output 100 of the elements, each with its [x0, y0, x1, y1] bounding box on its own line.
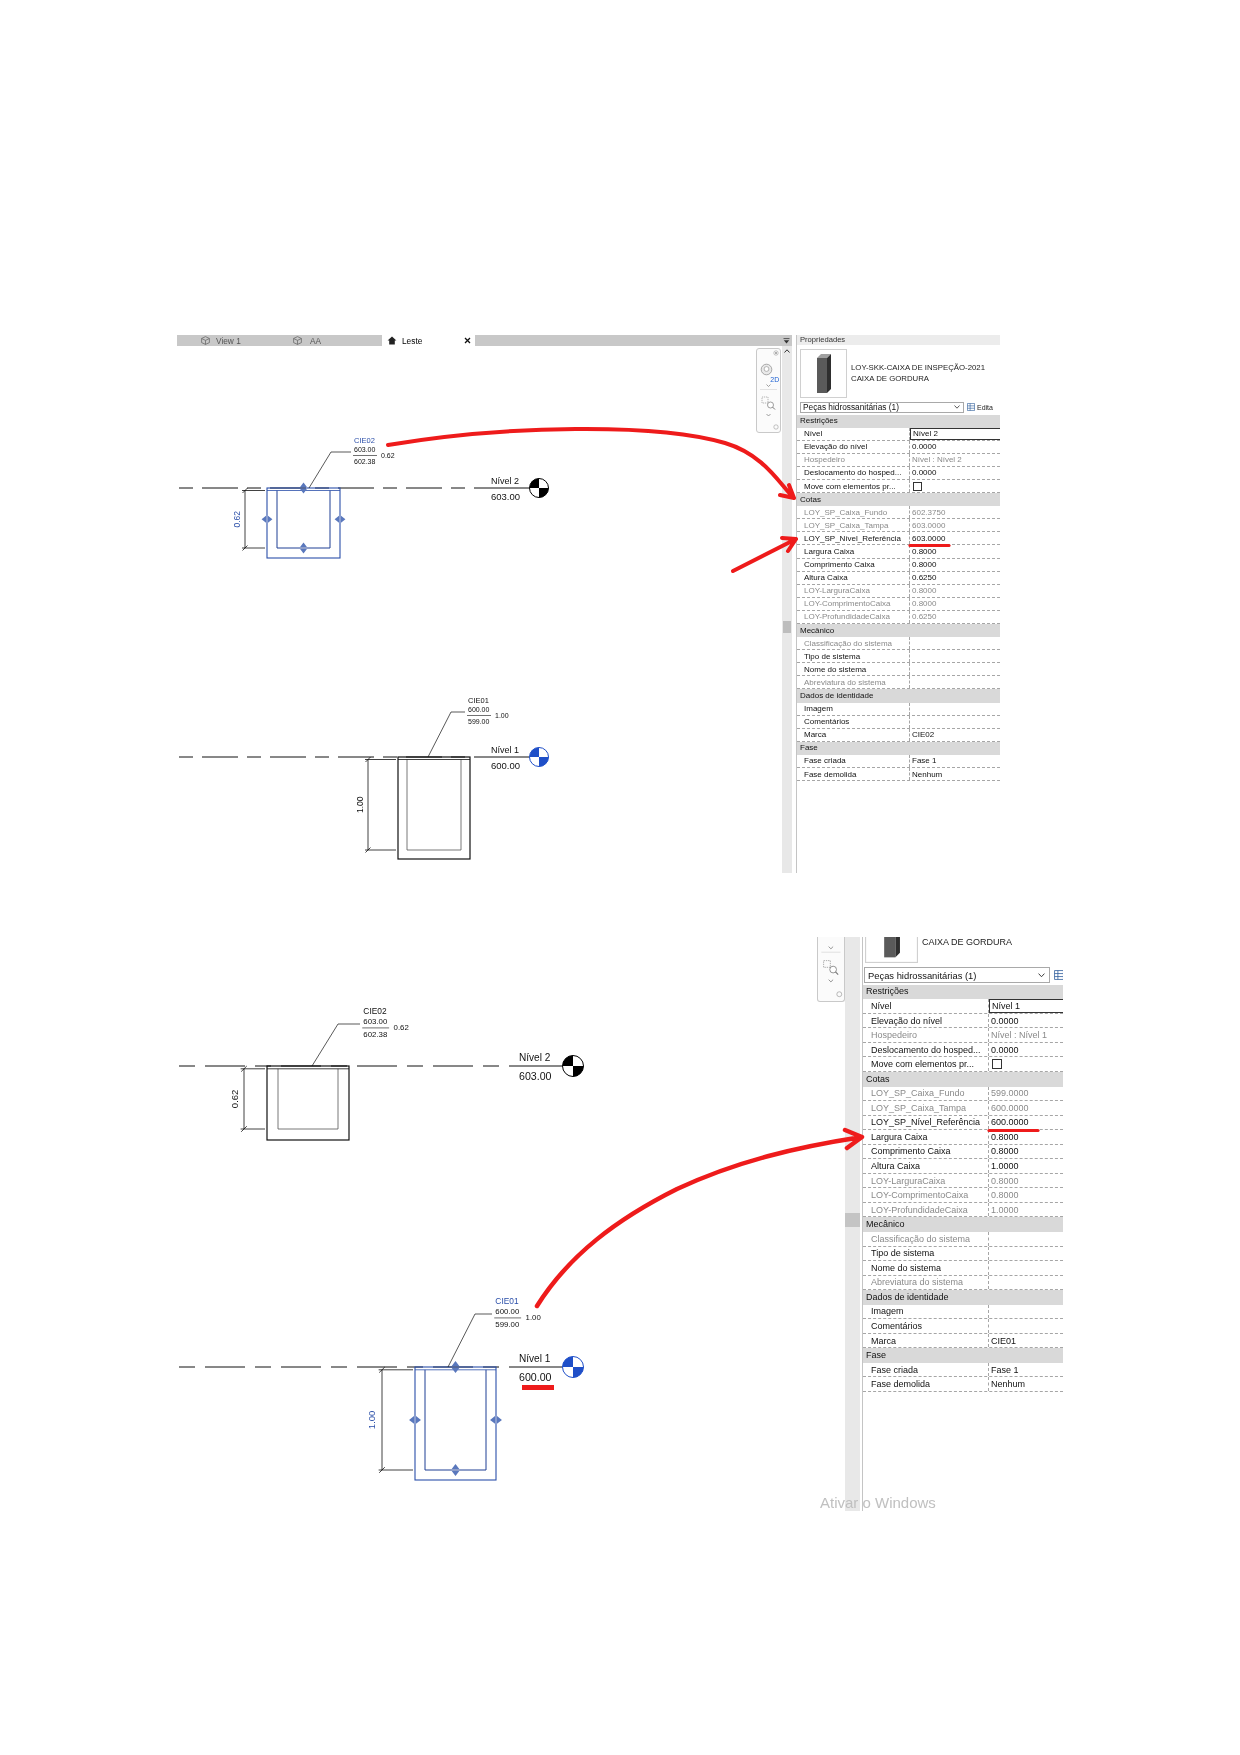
property-value: Fase 1 [991, 1364, 1019, 1375]
grip-handle[interactable] [334, 515, 346, 523]
property-value: Nível : Nível 2 [912, 455, 962, 465]
level-name: Nível 2 [519, 1052, 551, 1064]
property-value: Fase 1 [912, 756, 937, 766]
property-label: Abreviatura do sistema [871, 1277, 964, 1288]
property-label: Elevação do nível [804, 442, 868, 452]
property-label: Classificação do sistema [871, 1233, 971, 1244]
group-header: Restrições [863, 984, 1063, 1000]
dimension-value: 0.62 [232, 511, 242, 528]
underline-mark [908, 543, 951, 548]
level-name: Nível 2 [491, 475, 519, 486]
group-header: Dados de identidade [863, 1290, 1063, 1305]
grip-handle[interactable] [261, 515, 273, 523]
property-label: Altura Caixa [804, 573, 848, 583]
property-label: Move com elementos pr... [804, 481, 896, 491]
property-value: 0.0000 [991, 1044, 1019, 1055]
underline-mark [522, 1385, 554, 1390]
property-value: 0.0000 [912, 442, 937, 452]
level-elevation: 603.00 [519, 1069, 552, 1082]
level-name: Nível 1 [491, 744, 519, 755]
leader-line [447, 1313, 493, 1368]
windows-activation-notice: Ativar o Windows [820, 1494, 936, 1511]
property-label: Deslocamento do hosped... [804, 468, 902, 478]
property-label: LOY-LarguraCaixa [804, 586, 870, 596]
group-header: Cotas [797, 493, 1000, 507]
tag-label: CIE01 [495, 1296, 519, 1307]
value-field[interactable]: Nível 2 [910, 427, 1000, 440]
annotation-arrow [731, 536, 798, 573]
property-label: LOY-LarguraCaixa [871, 1175, 946, 1186]
dimension-value: 0.62 [229, 1089, 241, 1109]
cube-icon [293, 336, 302, 345]
scrollbar-thumb[interactable] [783, 621, 791, 633]
scrollbar-thumb[interactable] [845, 1213, 860, 1227]
leader-line [308, 451, 352, 489]
property-value: 1.0000 [991, 1161, 1019, 1171]
property-label: Nome do sistema [804, 664, 867, 674]
dimension-line [241, 487, 266, 551]
dimension-value: 1.00 [355, 796, 365, 813]
property-value: CIE02 [912, 730, 935, 740]
property-label: Comentários [804, 717, 850, 727]
grip-handle[interactable] [451, 1464, 460, 1476]
property-label: Marca [871, 1335, 896, 1346]
group-header: Cotas [863, 1071, 1063, 1087]
property-value: 600.0000 [991, 1102, 1029, 1113]
tag-label: CIE02 [363, 1006, 387, 1017]
zoom-icon[interactable] [761, 396, 776, 410]
property-label: LOY-ProfundidadeCaixa [871, 1204, 968, 1215]
property-label: Marca [804, 730, 827, 740]
property-label: LOY-ComprimentoCaixa [871, 1190, 969, 1201]
property-label: LOY-ComprimentoCaixa [804, 599, 891, 609]
group-header: Fase [863, 1348, 1063, 1363]
property-value: 603.0000 [912, 520, 946, 530]
caret-down-icon[interactable] [783, 337, 790, 344]
property-value: 603.0000 [912, 533, 946, 543]
property-label: Hospedeiro [804, 455, 845, 465]
property-value: 1.0000 [991, 1204, 1019, 1215]
type-name: CAIXA DE GORDURA [922, 937, 1013, 948]
category-dropdown[interactable]: Peças hidrossanitárias (1) [800, 401, 964, 413]
property-value: 0.6250 [912, 612, 937, 622]
grid-icon [967, 403, 975, 411]
property-value: CIE01 [991, 1335, 1016, 1346]
property-label: Nome do sistema [871, 1262, 942, 1273]
property-label: Classificação do sistema [804, 638, 893, 648]
category-dropdown[interactable]: Peças hidrossanitárias (1) [864, 967, 1050, 983]
group-header: Mecânico [797, 624, 1000, 638]
property-value: 0.8000 [912, 547, 937, 556]
dimension-value: 1.00 [366, 1410, 378, 1430]
chevron-down-icon [954, 405, 960, 409]
edit-type-button[interactable] [1054, 970, 1063, 980]
property-label: LOY_SP_Nível_Referência [804, 533, 901, 543]
property-label: Largura Caixa [871, 1131, 928, 1142]
property-value: Nenhum [991, 1379, 1026, 1390]
property-label: Imagem [804, 704, 833, 714]
dimension-line [240, 1065, 266, 1133]
checkbox[interactable] [992, 1059, 1002, 1070]
level-elevation: 600.00 [491, 760, 521, 771]
property-label: LOY_SP_Caixa_Tampa [804, 520, 889, 530]
property-label: LOY-ProfundidadeCaixa [804, 612, 890, 622]
property-label: Fase criada [804, 756, 846, 766]
property-label: Nível [871, 1001, 892, 1011]
zoom-icon[interactable] [823, 960, 839, 976]
property-label: Hospedeiro [871, 1030, 918, 1041]
grip-handle[interactable] [490, 1416, 502, 1424]
value-field[interactable]: Nível 1 [989, 999, 1063, 1013]
close-icon[interactable] [464, 337, 471, 344]
chevron-down-icon [1038, 972, 1045, 978]
property-value: 0.8000 [912, 599, 937, 609]
grip-handle[interactable] [451, 1361, 460, 1373]
group-header: Restrições [797, 414, 1000, 428]
view-tab[interactable]: Leste [382, 335, 475, 346]
group-header: Mecânico [863, 1217, 1063, 1232]
caret-up-icon[interactable] [784, 349, 790, 353]
property-label: Deslocamento do hosped... [871, 1044, 981, 1055]
checkbox[interactable] [913, 481, 922, 491]
grip-handle[interactable] [409, 1416, 421, 1424]
property-value: Nenhum [912, 769, 943, 779]
grip-handle[interactable] [300, 542, 307, 554]
property-label: Abreviatura do sistema [804, 677, 886, 687]
grip-handle[interactable] [300, 482, 307, 494]
